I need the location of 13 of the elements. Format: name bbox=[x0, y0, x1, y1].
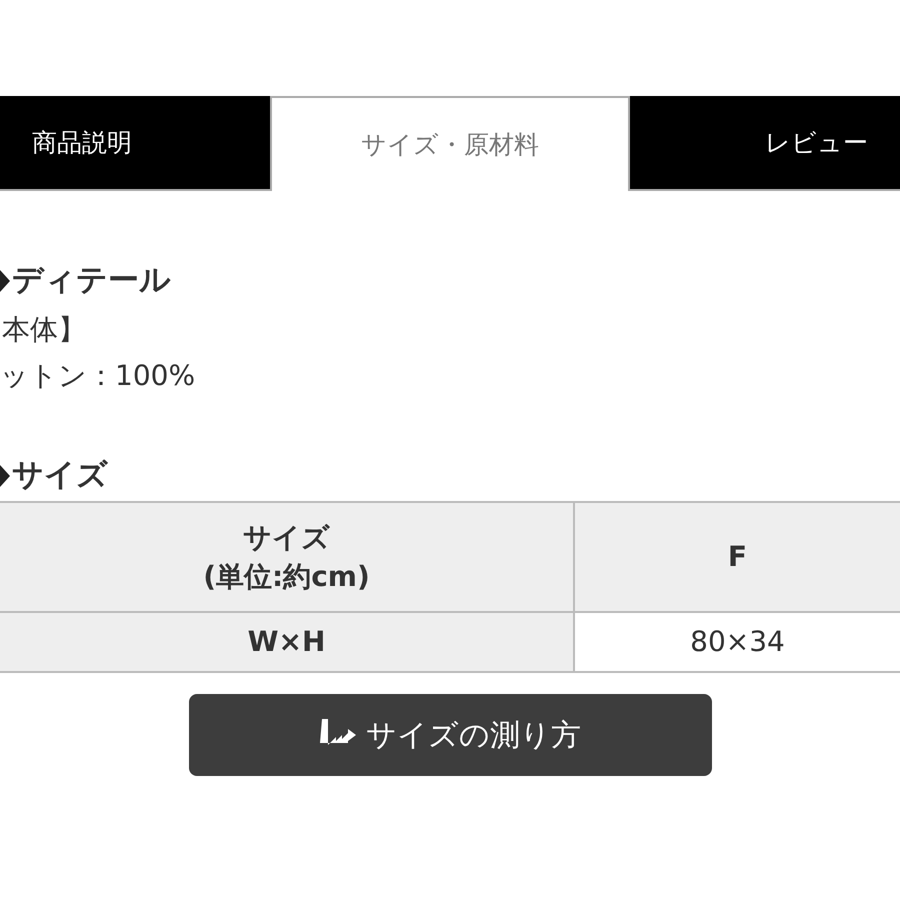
measure-button[interactable]: サイズの測り方 bbox=[189, 694, 712, 776]
section-heading: サイズ bbox=[12, 460, 108, 491]
table-cell: サイズ (単位:約cm) bbox=[0, 503, 575, 611]
tab[interactable]: サイズ・原材料 bbox=[270, 96, 630, 191]
tab[interactable]: 商品説明 bbox=[0, 96, 270, 191]
detail-text: 本体】 bbox=[2, 316, 86, 344]
diamond-icon bbox=[0, 270, 10, 292]
diamond-icon bbox=[0, 464, 10, 486]
detail-text: ットン：100% bbox=[0, 362, 196, 390]
table-cell: W×H bbox=[0, 613, 575, 671]
table-cell: F bbox=[575, 503, 900, 611]
tab[interactable]: レビュー bbox=[630, 96, 900, 191]
section-heading: ディテール bbox=[12, 265, 171, 296]
